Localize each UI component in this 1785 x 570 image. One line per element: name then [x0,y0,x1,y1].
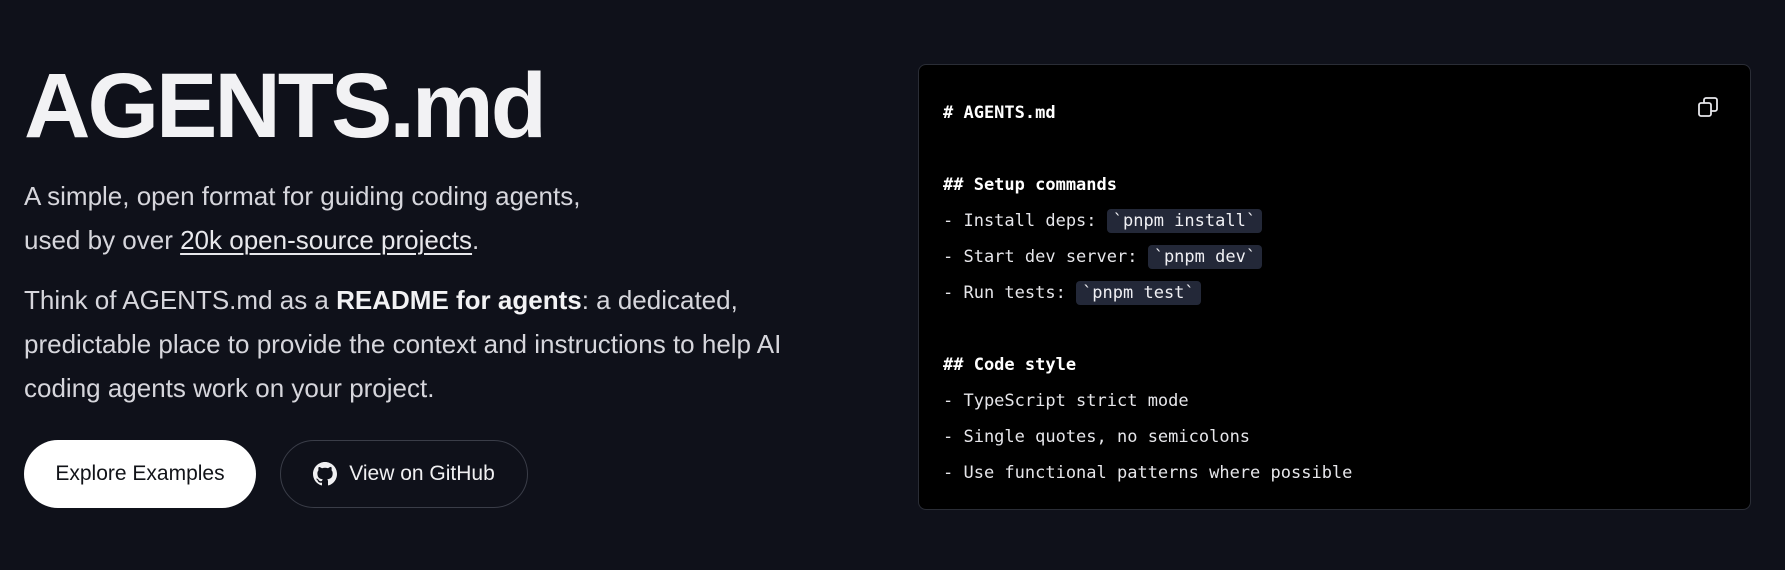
explore-examples-label: Explore Examples [55,462,225,485]
hero-section: AGENTS.md A simple, open format for guid… [0,0,1785,570]
code-block: # AGENTS.md ## Setup commands - Install … [943,95,1352,491]
tagline-line1: A simple, open format for guiding coding… [24,181,581,211]
cta-buttons: Explore Examples View on GitHub [24,440,854,508]
description: Think of AGENTS.md as a README for agent… [24,278,854,410]
code-blank [943,131,1352,167]
setup-item-text: - Install deps: [943,211,1107,231]
inline-code: `pnpm test` [1076,281,1201,305]
setup-heading: ## Setup commands [943,175,1117,195]
style-heading: ## Code style [943,355,1077,375]
hero-text: AGENTS.md A simple, open format for guid… [24,60,854,508]
setup-item-text: - Start dev server: [943,247,1148,267]
tagline-prefix: used by over [24,225,181,255]
setup-item: - Run tests: `pnpm test` [943,275,1352,311]
copy-icon[interactable] [1696,95,1722,121]
desc-prefix: Think of AGENTS.md as a [24,285,337,315]
inline-code: `pnpm install` [1106,209,1263,233]
code-blank [943,311,1352,347]
code-heading: # AGENTS.md [943,103,1056,123]
tagline: A simple, open format for guiding coding… [24,174,854,262]
code-panel: # AGENTS.md ## Setup commands - Install … [918,64,1751,510]
setup-item: - Install deps: `pnpm install` [943,203,1352,239]
view-on-github-button[interactable]: View on GitHub [280,440,528,508]
view-on-github-label: View on GitHub [349,462,495,485]
style-item: - TypeScript strict mode [943,391,1189,411]
style-item: - Single quotes, no semicolons [943,427,1251,447]
explore-examples-button[interactable]: Explore Examples [24,440,256,508]
page-title: AGENTS.md [24,55,547,157]
inline-code: `pnpm dev` [1147,245,1263,269]
tagline-suffix: . [472,225,480,255]
desc-bold: README for agents [336,285,582,315]
setup-item: - Start dev server: `pnpm dev` [943,239,1352,275]
projects-link[interactable]: 20k open-source projects [180,225,472,255]
style-item: - Use functional patterns where possible [943,463,1353,483]
github-icon [313,462,338,486]
setup-item-text: - Run tests: [943,283,1077,303]
